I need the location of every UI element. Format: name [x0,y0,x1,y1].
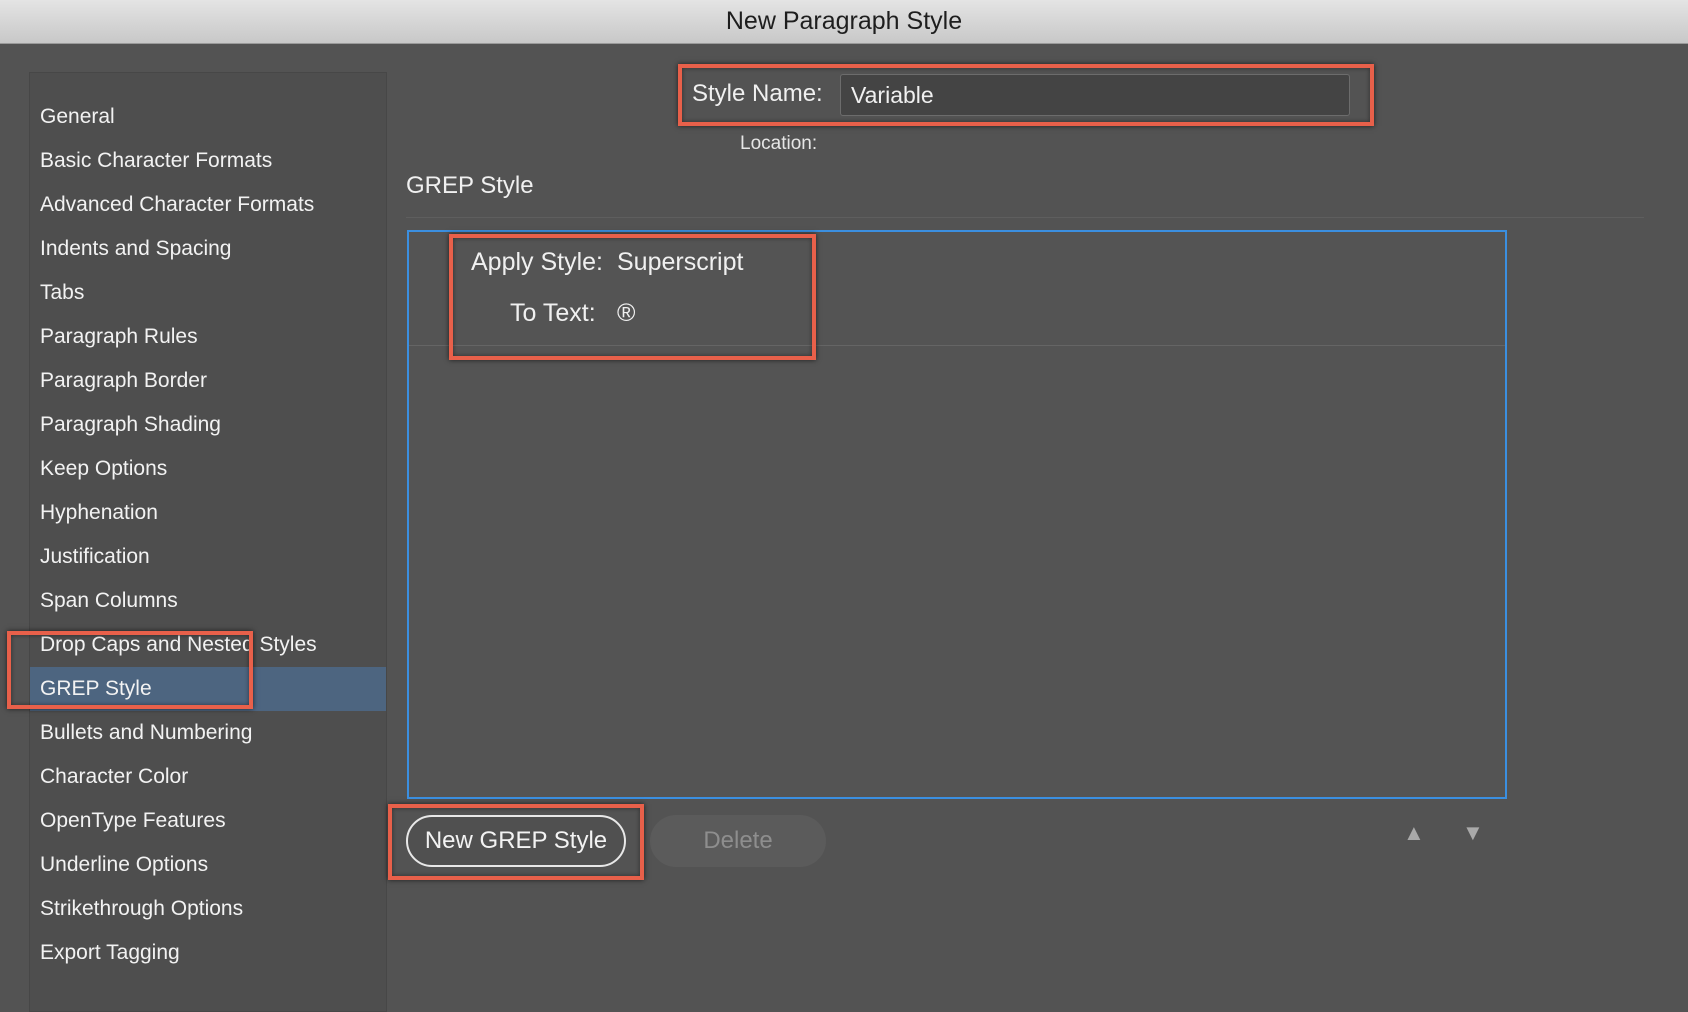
grep-style-list[interactable]: Apply Style: Superscript To Text: ® [407,230,1507,799]
sidebar-item-indents-and-spacing[interactable]: Indents and Spacing [30,227,386,271]
sidebar-item-drop-caps-and-nested-styles[interactable]: Drop Caps and Nested Styles [30,623,386,667]
triangle-down-icon[interactable]: ▼ [1462,820,1484,846]
sidebar-item-underline-options[interactable]: Underline Options [30,843,386,887]
sidebar-item-opentype-features[interactable]: OpenType Features [30,799,386,843]
location-label: Location: [740,133,818,154]
sidebar-item-paragraph-border[interactable]: Paragraph Border [30,359,386,403]
to-text-label: To Text: [510,299,596,327]
sidebar-item-general[interactable]: General [30,95,386,139]
window-titlebar: New Paragraph Style [0,0,1688,44]
style-name-label: Style Name: [692,80,823,107]
apply-style-label: Apply Style: [471,248,604,276]
new-grep-style-button[interactable]: New GREP Style [406,815,626,867]
triangle-up-icon[interactable]: ▲ [1403,820,1425,846]
sidebar-item-bullets-and-numbering[interactable]: Bullets and Numbering [30,711,386,755]
window-title: New Paragraph Style [725,7,963,35]
sidebar-item-tabs[interactable]: Tabs [30,271,386,315]
sidebar-item-strikethrough-options[interactable]: Strikethrough Options [30,887,386,931]
sidebar-item-paragraph-rules[interactable]: Paragraph Rules [30,315,386,359]
sidebar-item-justification[interactable]: Justification [30,535,386,579]
section-divider [406,217,1644,218]
to-text-value[interactable]: ® [617,299,635,328]
sidebar-item-keep-options[interactable]: Keep Options [30,447,386,491]
sidebar-item-grep-style[interactable]: GREP Style [30,667,386,711]
sidebar-item-paragraph-shading[interactable]: Paragraph Shading [30,403,386,447]
style-name-input[interactable] [840,74,1350,116]
sidebar-item-basic-character-formats[interactable]: Basic Character Formats [30,139,386,183]
sidebar-item-span-columns[interactable]: Span Columns [30,579,386,623]
sidebar-item-hyphenation[interactable]: Hyphenation [30,491,386,535]
sidebar-item-export-tagging[interactable]: Export Tagging [30,931,386,975]
section-title: GREP Style [406,172,534,199]
sidebar-item-advanced-character-formats[interactable]: Advanced Character Formats [30,183,386,227]
sidebar-item-character-color[interactable]: Character Color [30,755,386,799]
delete-button[interactable]: Delete [650,815,826,867]
grep-style-row[interactable]: Apply Style: Superscript To Text: ® [409,232,1505,346]
category-sidebar: General Basic Character Formats Advanced… [29,72,387,1012]
apply-style-value[interactable]: Superscript [617,248,743,277]
